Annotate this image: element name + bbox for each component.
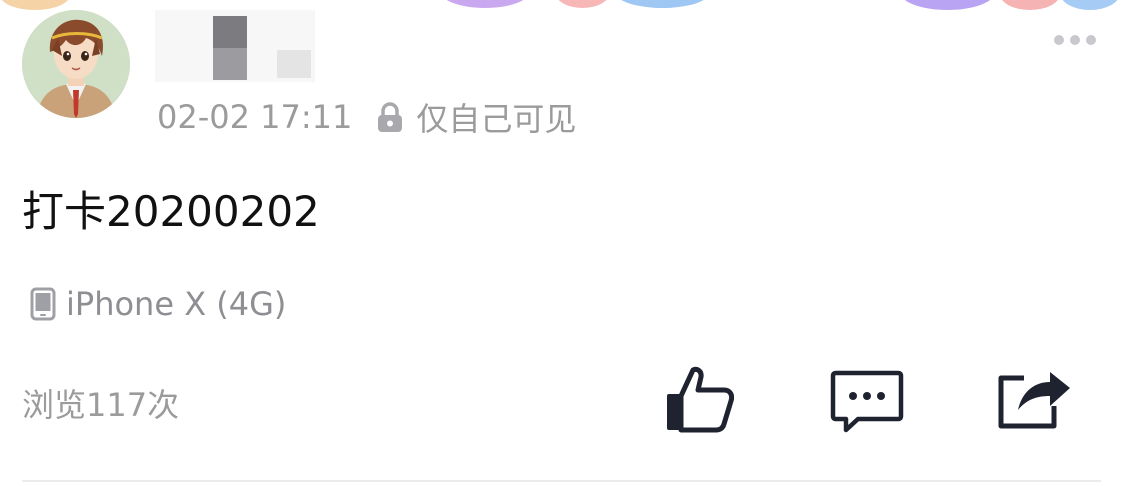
more-dots-icon bbox=[1054, 35, 1064, 45]
share-button[interactable] bbox=[996, 370, 1074, 430]
avatar[interactable] bbox=[22, 10, 130, 118]
post-text: 打卡20200202 bbox=[22, 187, 320, 236]
lock-icon bbox=[378, 102, 403, 132]
post-timestamp: 02-02 17:11 bbox=[157, 98, 353, 136]
share-arrow-icon bbox=[998, 372, 1070, 429]
post-meta: 02-02 17:11 仅自己可见 bbox=[157, 96, 576, 138]
comment-bubble-icon bbox=[830, 370, 904, 433]
phone-icon bbox=[30, 287, 56, 321]
thumbs-up-icon bbox=[667, 366, 735, 433]
like-button[interactable] bbox=[664, 364, 735, 434]
comment-button[interactable] bbox=[830, 370, 904, 434]
more-options-button[interactable] bbox=[1050, 28, 1100, 52]
visibility-label: 仅自己可见 bbox=[416, 100, 577, 138]
view-count: 浏览117次 bbox=[22, 386, 180, 424]
device-label: iPhone X (4G) bbox=[66, 285, 287, 323]
username-redacted bbox=[155, 10, 315, 82]
device-info[interactable]: iPhone X (4G) bbox=[30, 282, 286, 326]
divider bbox=[22, 480, 1101, 482]
avatar-image bbox=[22, 10, 130, 118]
